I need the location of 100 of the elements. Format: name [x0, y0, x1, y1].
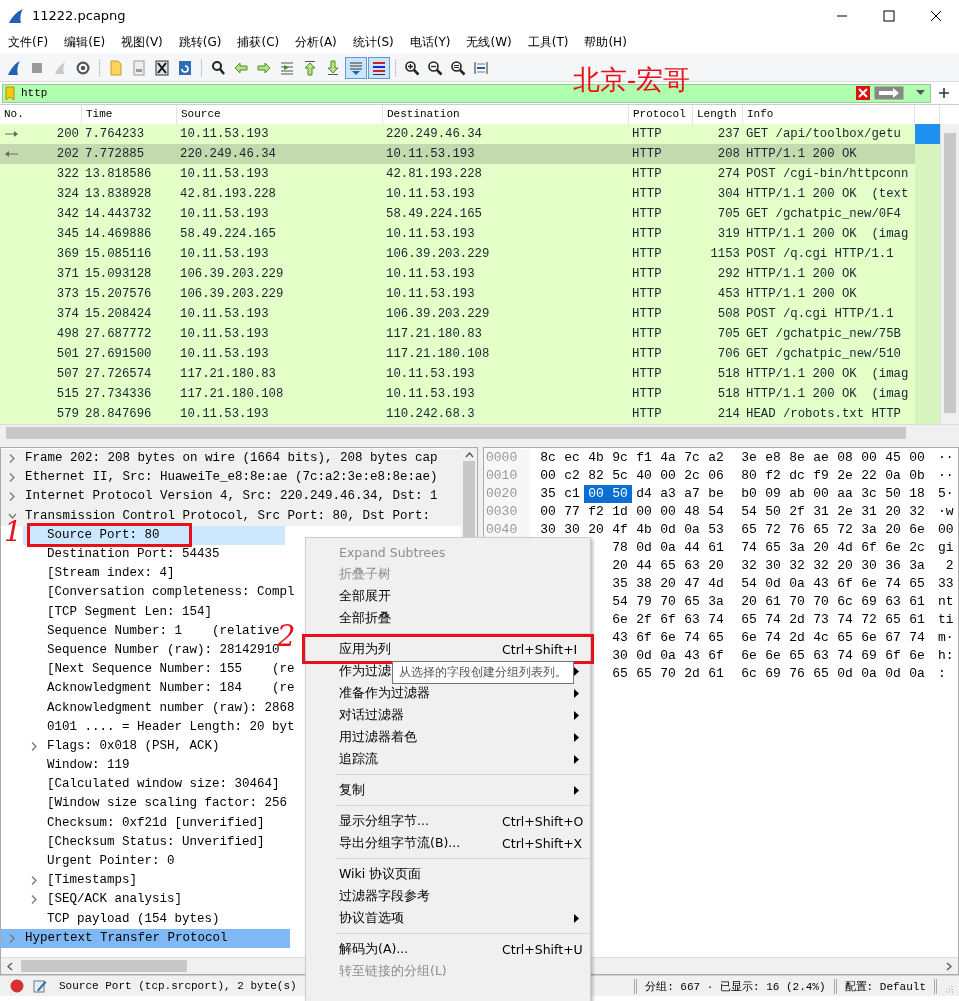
packet-row[interactable]: 373 15.207576 106.39.203.229 10.11.53.193 HTTP 453 HTTP/1.1 200 OK — [0, 284, 915, 304]
tree-item[interactable]: [TCP Segment Len: 154] — [23, 602, 213, 622]
hex-byte: 4b — [587, 449, 605, 467]
menu-item[interactable]: 工具(T) — [522, 32, 574, 53]
packet-row[interactable]: 515 27.734336 117.21.180.108 10.11.53.193 HTTP 518 HTTP/1.1 200 OK (imag — [0, 384, 915, 404]
tree-item[interactable]: Ethernet II, Src: HuaweiTe_e8:8e:ae (7c:a2:3e:e8:8e:ae) — [1, 468, 461, 488]
toolbar-button[interactable] — [368, 56, 390, 79]
table-cell-text: 10.11.53.193 — [179, 246, 270, 263]
menu-item[interactable]: 全部折叠 — [306, 607, 590, 629]
menu-item[interactable]: 准备作为过滤器 — [306, 682, 590, 704]
caret-icon[interactable] — [916, 90, 925, 96]
menu-item[interactable]: 文件(F) — [3, 32, 54, 53]
tree-item[interactable]: Acknowledgment number (raw): 2868 — [23, 698, 295, 718]
expand-chevron-icon[interactable] — [8, 491, 17, 503]
down-arrow-icon — [325, 59, 341, 76]
expand-chevron-icon[interactable] — [8, 453, 17, 465]
menu-item[interactable]: 电话(Y) — [404, 32, 456, 53]
expand-chevron-icon[interactable] — [8, 472, 17, 484]
menu-item[interactable]: 过滤器字段参考 — [306, 885, 590, 907]
menu-item[interactable]: 捕获(C) — [232, 32, 285, 53]
scroll-thumb[interactable] — [6, 427, 906, 439]
menu-item[interactable]: 对话过滤器 — [306, 704, 590, 726]
menu-item[interactable]: 用过滤器着色 — [306, 726, 590, 748]
tree-item[interactable]: Checksum: 0xf21d [unverified] — [23, 813, 265, 833]
tree-item[interactable]: 0101 .... = Header Length: 20 byt — [23, 717, 295, 737]
packet-row[interactable]: 200 7.764233 10.11.53.193 220.249.46.34 HTTP 237 GET /api/toolbox/getu — [0, 124, 915, 144]
tree-item[interactable]: Destination Port: 54435 — [23, 544, 220, 565]
menu-item[interactable]: 帮助(H) — [579, 32, 632, 53]
tree-item[interactable]: [Calculated window size: 30464] — [23, 775, 280, 795]
menu-item[interactable]: 全部展开 — [306, 585, 590, 607]
menu-item[interactable]: 追踪流 — [306, 748, 590, 770]
resize-grip-icon[interactable] — [945, 985, 953, 993]
menu-item[interactable]: 跳转(G) — [173, 32, 227, 53]
hex-byte: 65 — [908, 575, 926, 593]
menu-item[interactable]: 解码为(A)... Ctrl+Shift+U — [306, 938, 590, 960]
packet-row[interactable]: 324 13.838928 42.81.193.228 10.11.53.193 HTTP 304 HTTP/1.1 200 OK (text — [0, 184, 915, 204]
table-cell-text: 202 — [55, 146, 80, 163]
tree-item[interactable]: [Conversation completeness: Compl — [23, 583, 295, 603]
tree-item[interactable]: Acknowledgment Number: 184 (re — [23, 679, 295, 699]
tree-item[interactable]: [Next Sequence Number: 155 (re — [23, 660, 295, 680]
tree-item[interactable]: Hypertext Transfer Protocol — [1, 928, 290, 948]
hex-byte: 0a — [659, 539, 677, 557]
packet-row[interactable]: 202 7.772885 220.249.46.34 10.11.53.193 HTTP 208 HTTP/1.1 200 OK — [0, 144, 915, 164]
menu-item[interactable]: 导出分组字节流(B)... Ctrl+Shift+X — [306, 832, 590, 854]
tree-item[interactable]: Flags: 0x018 (PSH, ACK) — [23, 736, 220, 756]
packet-row[interactable]: 501 27.691500 10.11.53.193 117.21.180.108 HTTP 706 GET /gchatpic_new/510 — [0, 344, 915, 364]
scroll-thumb[interactable] — [21, 960, 187, 972]
tree-item[interactable]: Frame 202: 208 bytes on wire (1664 bits), 208 bytes cap — [1, 449, 461, 469]
tree-item[interactable]: [Window size scaling factor: 256 — [23, 794, 288, 814]
packet-row[interactable]: 371 15.093128 106.39.203.229 10.11.53.193 HTTP 292 HTTP/1.1 200 OK — [0, 264, 915, 284]
expand-chevron-icon[interactable] — [8, 932, 17, 944]
packet-row[interactable]: 579 28.847696 10.11.53.193 110.242.68.3 HTTP 214 HEAD /robots.txt HTTP — [0, 404, 915, 424]
tree-item[interactable]: Window: 119 — [23, 756, 130, 776]
hex-byte: 6c — [836, 593, 854, 611]
packet-row[interactable]: 374 15.208424 10.11.53.193 106.39.203.229 HTTP 508 POST /q.cgi HTTP/1.1 — [0, 304, 915, 324]
clear-icon[interactable] — [856, 86, 870, 100]
scroll-thumb[interactable] — [944, 133, 956, 413]
tree-item[interactable]: [Checksum Status: Unverified] — [23, 832, 265, 852]
packet-row[interactable]: 507 27.726574 117.21.180.83 10.11.53.193 HTTP 518 HTTP/1.1 200 OK (imag — [0, 364, 915, 384]
tree-item[interactable]: [SEQ/ACK analysis] — [23, 890, 183, 910]
edit-icon[interactable] — [33, 979, 47, 993]
menu-item[interactable]: Wiki 协议页面 — [306, 863, 590, 885]
expand-chevron-icon[interactable] — [30, 894, 39, 906]
menu-item[interactable]: 视图(V) — [116, 32, 168, 53]
packet-row[interactable]: 342 14.443732 10.11.53.193 58.49.224.165 HTTP 705 GET /gchatpic_new/0F4 — [0, 204, 915, 224]
hex-byte: 20 — [707, 557, 725, 575]
table-cell-text: 1153 — [709, 246, 741, 263]
packet-row[interactable]: 345 14.469886 58.49.224.165 10.11.53.193 HTTP 319 HTTP/1.1 200 OK (imag — [0, 224, 915, 244]
scrollbar[interactable] — [940, 124, 959, 424]
table-cell-text: POST /q.cgi HTTP/1.1 — [745, 246, 895, 263]
tree-item[interactable]: [Timestamps] — [23, 871, 137, 891]
scrollbar[interactable] — [0, 424, 959, 441]
tree-item[interactable]: Urgent Pointer: 0 — [23, 851, 175, 872]
hex-byte: 6e — [860, 629, 878, 647]
packet-row[interactable]: 369 15.085116 10.11.53.193 106.39.203.229 HTTP 1153 POST /q.cgi HTTP/1.1 — [0, 244, 915, 264]
expand-chevron-icon[interactable] — [30, 740, 39, 752]
menu-item[interactable]: 应用为列 Ctrl+Shift+I — [306, 638, 590, 660]
menu-item[interactable]: 无线(W) — [461, 32, 517, 53]
hex-byte: 63 — [683, 611, 701, 629]
packet-row[interactable]: 322 13.818586 10.11.53.193 42.81.193.228 HTTP 274 POST /cgi-bin/httpconn — [0, 164, 915, 184]
expand-chevron-icon[interactable] — [30, 875, 39, 887]
add-icon[interactable] — [939, 88, 949, 98]
maximize-icon[interactable] — [883, 9, 895, 22]
status-dot-icon[interactable] — [10, 979, 24, 993]
ascii-text: ·w — [938, 503, 955, 521]
tree-item[interactable]: TCP payload (154 bytes) — [23, 909, 220, 929]
tree-item[interactable]: Internet Protocol Version 4, Src: 220.249.46.34, Dst: 1 — [1, 487, 461, 507]
menu-item[interactable]: 协议首选项 — [306, 907, 590, 929]
menu-item[interactable]: 统计(S) — [347, 32, 399, 53]
menu-item[interactable]: 显示分组字节... Ctrl+Shift+O — [306, 810, 590, 832]
close-icon[interactable] — [930, 9, 942, 22]
bookmark-icon[interactable] — [5, 85, 15, 101]
menu-item[interactable]: 复制 — [306, 779, 590, 801]
ascii-text: 5· — [938, 485, 955, 503]
menu-item[interactable]: 编辑(E) — [59, 32, 111, 53]
hex-byte: 18 — [908, 485, 926, 503]
packet-row[interactable]: 498 27.687772 10.11.53.193 117.21.180.83 HTTP 705 GET /gchatpic_new/75B — [0, 324, 915, 344]
menu-item[interactable]: 分析(A) — [290, 32, 342, 53]
tree-item[interactable]: [Stream index: 4] — [23, 564, 175, 584]
hex-byte: 32 — [788, 557, 806, 575]
